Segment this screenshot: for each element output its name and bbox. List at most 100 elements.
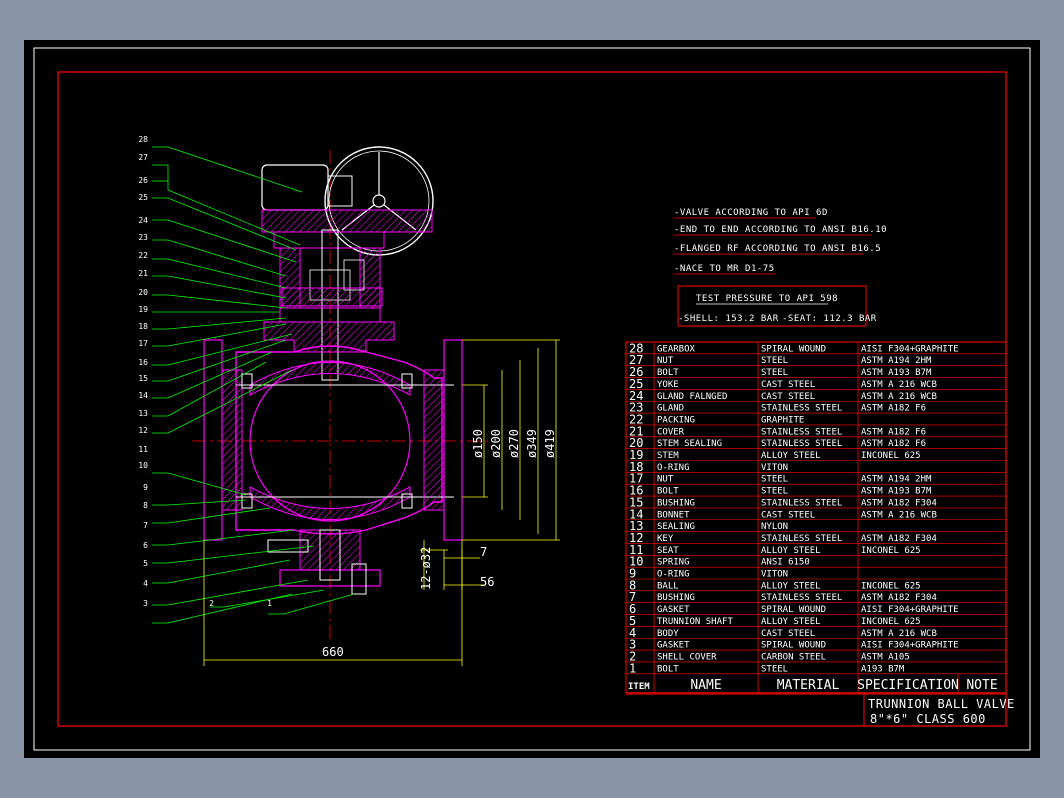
balloon-16: 16 — [138, 358, 148, 367]
title-line-2: 8"*6" CLASS 600 — [870, 712, 986, 726]
table-cell-spec: AISI F304+GRAPHITE — [861, 344, 959, 354]
table-cell-spec: ASTM A182 F6 — [861, 439, 926, 449]
table-cell-spec: INCONEL 625 — [861, 546, 921, 556]
dim-d270: ø270 — [507, 429, 521, 458]
table-header-note: NOTE — [966, 678, 997, 693]
table-cell-name: O-RING — [657, 570, 690, 580]
table-cell-material: STAINLESS STEEL — [761, 404, 842, 414]
table-cell-name: BUSHING — [657, 593, 695, 603]
table-cell-spec: ASTM A 216 WCB — [861, 629, 937, 639]
table-cell-name: STEM — [657, 451, 679, 461]
balloon-26: 26 — [138, 176, 148, 185]
note-2: -END TO END ACCORDING TO ANSI B16.10 — [674, 225, 887, 235]
cad-drawing: 2827262524232221201918171615141312111098… — [33, 47, 1031, 751]
table-cell-material: STEEL — [761, 664, 788, 674]
valve-section-view — [192, 146, 492, 640]
balloon-23: 23 — [138, 233, 148, 242]
table-cell-spec: INCONEL 625 — [861, 581, 921, 591]
table-cell-name: COVER — [657, 427, 685, 437]
gearbox — [261, 164, 329, 211]
table-header-material: MATERIAL — [777, 678, 840, 693]
gland-flange — [281, 287, 383, 307]
trunnion-housing — [299, 529, 361, 571]
table-cell-material: STEEL — [761, 368, 788, 378]
table-cell-material: SPIRAL WOUND — [761, 641, 826, 651]
table-cell-material: ALLOY STEEL — [761, 546, 821, 556]
table-cell-name: BOLT — [657, 664, 679, 674]
balloon-6: 6 — [143, 541, 148, 550]
parts-table: 28 GEARBOX SPIRAL WOUND AISI F304+GRAPHITE2… — [625, 341, 1007, 694]
balloon-20: 20 — [138, 288, 148, 297]
note-1: -VALVE ACCORDING TO API 6D — [674, 208, 828, 218]
table-cell-spec: AISI F304+GRAPHITE — [861, 605, 959, 615]
balloon-10: 10 — [138, 461, 148, 470]
table-cell-name: NUT — [657, 475, 674, 485]
table-cell-material: VITON — [761, 463, 788, 473]
balloon-18: 18 — [138, 322, 148, 331]
table-cell-name: BOLT — [657, 368, 679, 378]
balloon-1: 1 — [267, 599, 272, 608]
test-pressure-seat: -SEAT: 112.3 BAR — [782, 314, 877, 324]
table-cell-spec: ASTM A 216 WCB — [861, 380, 937, 390]
balloon-5: 5 — [143, 559, 148, 568]
table-cell-name: SHELL COVER — [657, 652, 717, 662]
dim-overall-length: 660 — [322, 645, 344, 659]
table-cell-spec: ASTM A 216 WCB — [861, 392, 937, 402]
test-pressure-shell: -SHELL: 153.2 BAR — [678, 314, 779, 324]
table-cell-material: SPIRAL WOUND — [761, 605, 826, 615]
drawing-sheet: 28 27 26 25 24 23 22 21 20 19 18 17 16 15 14 13 12 11 10 9 8… — [24, 40, 1040, 758]
dim-d349: ø349 — [525, 429, 539, 458]
table-cell-material: CARBON STEEL — [761, 652, 826, 662]
right-flange — [443, 339, 463, 541]
table-cell-name: SEAT — [657, 546, 679, 556]
table-cell-material: STEEL — [761, 475, 788, 485]
table-cell-material: GRAPHITE — [761, 415, 804, 425]
table-cell-material: STAINLESS STEEL — [761, 593, 842, 603]
bonnet — [263, 321, 395, 353]
dim-d150: ø150 — [471, 429, 485, 458]
table-cell-spec: ASTM A182 F304 — [861, 498, 937, 508]
table-cell-spec: INCONEL 625 — [861, 451, 921, 461]
balloon-15: 15 — [138, 374, 148, 383]
table-cell-material: ALLOY STEEL — [761, 451, 821, 461]
table-cell-spec: ASTM A194 2HM — [861, 356, 932, 366]
balloon-24: 24 — [138, 216, 148, 225]
table-cell-name: GLAND — [657, 404, 684, 414]
table-cell-spec: ASTM A182 F304 — [861, 593, 937, 603]
balloon-9: 9 — [143, 483, 148, 492]
table-cell-name: BONNET — [657, 510, 690, 520]
table-cell-material: ANSI 6150 — [761, 558, 810, 568]
left-flange — [203, 339, 223, 541]
test-pressure-title: TEST PRESSURE TO API 598 — [696, 294, 838, 304]
balloon-17: 17 — [138, 339, 148, 348]
table-cell-material: STEEL — [761, 356, 788, 366]
balloon-13: 13 — [138, 409, 148, 418]
title-block: TRUNNION BALL VALVE 8"*6" CLASS 600 — [626, 693, 1014, 726]
table-cell-material: ALLOY STEEL — [761, 617, 821, 627]
table-cell-spec: ASTM A193 B7M — [861, 487, 932, 497]
balloon-14: 14 — [138, 391, 148, 400]
table-cell-name: YOKE — [657, 380, 679, 390]
table-cell-name: BALL — [657, 581, 679, 591]
table-cell-material: CAST STEEL — [761, 629, 815, 639]
table-cell-material: NYLON — [761, 522, 788, 532]
table-cell-name: GLAND FALNGED — [657, 392, 727, 402]
balloon-22: 22 — [138, 251, 148, 260]
balloon-28: 28 — [138, 135, 148, 144]
table-cell-name: PACKING — [657, 415, 695, 425]
table-cell-material: CAST STEEL — [761, 380, 815, 390]
balloon-4: 4 — [143, 579, 148, 588]
table-cell-material: STAINLESS STEEL — [761, 427, 842, 437]
balloon-11: 11 — [138, 445, 148, 454]
dim-bolt-holes: 12-ø32 — [419, 547, 433, 590]
table-cell-material: CAST STEEL — [761, 510, 815, 520]
balloon-25: 25 — [138, 193, 148, 202]
table-cell-material: SPIRAL WOUND — [761, 344, 826, 354]
table-cell-spec: ASTM A 216 WCB — [861, 510, 937, 520]
table-cell-name: BODY — [657, 629, 679, 639]
table-cell-item: 1 — [629, 661, 636, 675]
table-cell-spec: ASTM A193 B7M — [861, 368, 932, 378]
handwheel-hub — [372, 194, 386, 208]
table-cell-name: SPRING — [657, 558, 690, 568]
table-cell-material: STEEL — [761, 487, 788, 497]
